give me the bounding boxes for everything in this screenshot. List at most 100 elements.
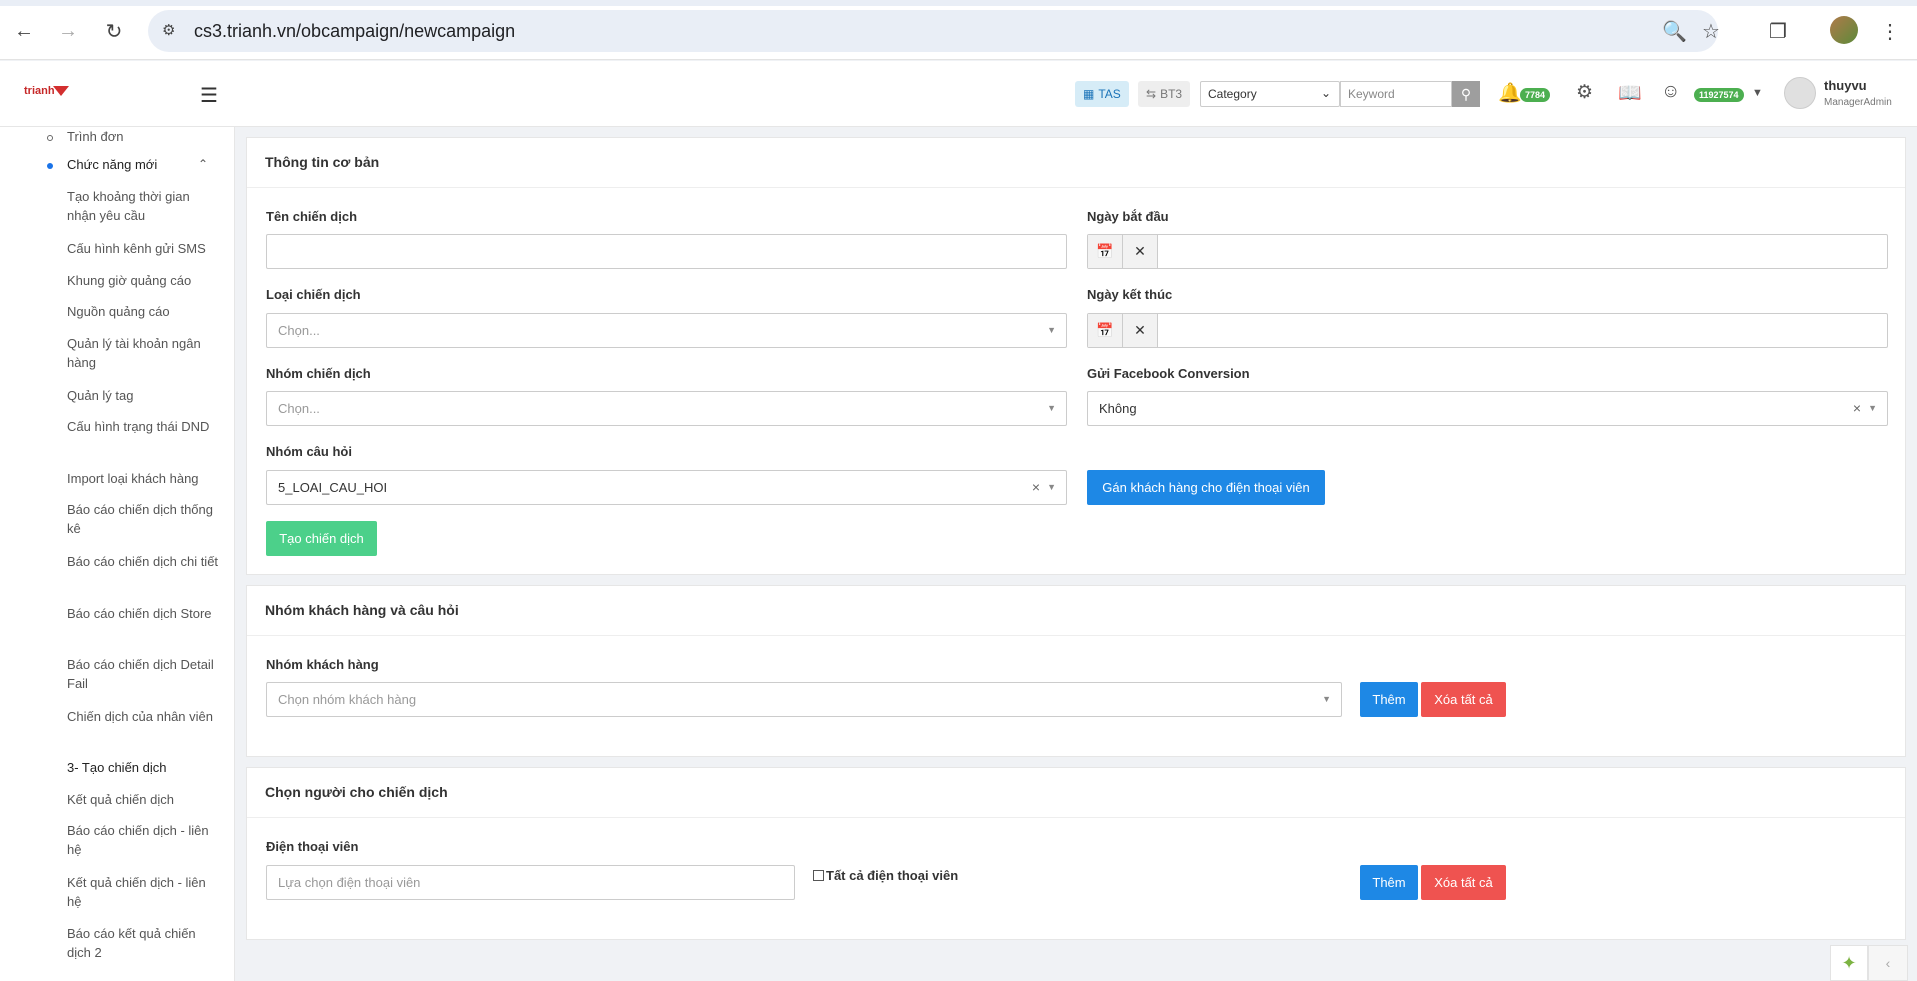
campaign-type-select[interactable]: Chọn... ▼ [266, 313, 1067, 348]
smiley-icon[interactable]: ☺ [1661, 81, 1680, 103]
reload-icon[interactable]: ↻ [98, 15, 130, 47]
avatar[interactable] [1784, 77, 1816, 109]
end-date-label: Ngày kết thúc [1087, 287, 1173, 302]
sidebar-item[interactable]: Báo cáo chiến dịch Store [67, 604, 222, 623]
user-name[interactable]: thuyvu [1824, 78, 1867, 93]
checkbox-icon[interactable] [813, 870, 824, 881]
forward-icon[interactable]: → [52, 15, 84, 47]
sidebar-item[interactable]: Kết quả chiến dịch [67, 790, 222, 809]
gear-icon[interactable]: ⚙ [1576, 81, 1593, 104]
search-icon: ⚲ [1460, 85, 1472, 102]
card-title: Nhóm khách hàng và câu hỏi [265, 602, 459, 618]
create-campaign-button[interactable]: Tạo chiến dịch [266, 521, 377, 556]
sidebar-item[interactable]: Nguồn quảng cáo [67, 302, 222, 321]
add-agent-button[interactable]: Thêm [1360, 865, 1418, 900]
address-bar[interactable]: ⚙ cs3.trianh.vn/obcampaign/newcampaign 🔍… [148, 10, 1720, 52]
calendar-icon[interactable]: 📅 [1088, 314, 1123, 347]
card-header: Nhóm khách hàng và câu hỏi [247, 586, 1905, 636]
bt3-button[interactable]: ⇆ BT3 [1138, 81, 1191, 107]
card-title: Chọn người cho chiến dịch [265, 784, 448, 800]
caret-down-icon: ▼ [1047, 482, 1056, 492]
book-icon[interactable]: 📖 [1618, 81, 1642, 105]
add-customer-group-button[interactable]: Thêm [1360, 682, 1418, 717]
site-info-icon[interactable]: ⚙ [162, 21, 175, 39]
balance-badge[interactable]: 11927574 [1694, 88, 1744, 102]
caret-down-icon: ▼ [1868, 403, 1877, 413]
keyword-input[interactable]: Keyword [1340, 81, 1452, 107]
yii-logo-icon[interactable]: ✦ [1830, 945, 1868, 981]
start-date-label: Ngày bắt đầu [1087, 209, 1169, 224]
fb-conversion-select[interactable]: Không × ▼ [1087, 391, 1888, 426]
sidebar-item[interactable]: Import loại khách hàng [67, 469, 222, 488]
close-icon[interactable]: ✕ [1123, 235, 1158, 268]
extensions-icon[interactable]: ❐ [1762, 15, 1794, 47]
search-button[interactable]: ⚲ [1452, 81, 1480, 107]
browser-profile-avatar[interactable] [1830, 16, 1858, 44]
card-title: Thông tin cơ bản [265, 154, 380, 170]
zoom-icon[interactable]: 🔍 [1662, 19, 1687, 44]
card-header: Thông tin cơ bản [247, 138, 1905, 188]
clear-icon[interactable]: × [1853, 400, 1861, 416]
sidebar-item[interactable]: Quản lý tài khoản ngân hàng [67, 334, 222, 372]
campaign-group-select[interactable]: Chọn... ▼ [266, 391, 1067, 426]
all-agents-checkbox[interactable]: Tất cả điện thoại viên [813, 868, 958, 883]
caret-down-icon: ▼ [1322, 694, 1331, 704]
category-select[interactable]: Category ⌄ [1200, 81, 1340, 107]
tas-button[interactable]: ▦ TAS [1075, 81, 1129, 107]
hamburger-menu-icon[interactable]: ☰ [200, 83, 218, 108]
customer-group-label: Nhóm khách hàng [266, 657, 379, 672]
sidebar-item[interactable]: Khung giờ quảng cáo [67, 271, 222, 290]
agents-card: Chọn người cho chiến dịch Điện thoại viê… [246, 767, 1906, 940]
clear-customer-groups-button[interactable]: Xóa tất cả [1421, 682, 1506, 717]
customer-group-select[interactable]: Chọn nhóm khách hàng ▼ [266, 682, 1342, 717]
bookmark-star-icon[interactable]: ☆ [1702, 19, 1720, 44]
back-icon[interactable]: ← [8, 15, 40, 47]
url-text[interactable]: cs3.trianh.vn/obcampaign/newcampaign [194, 21, 515, 42]
app-logo[interactable]: trianh [24, 85, 69, 97]
sidebar-item[interactable]: Cấu hình trạng thái DND [67, 417, 222, 436]
sidebar-item-tao-chien-dich[interactable]: 3- Tạo chiến dịch [67, 758, 222, 777]
browser-menu-icon[interactable]: ⋮ [1874, 15, 1906, 47]
fb-conversion-label: Gửi Facebook Conversion [1087, 366, 1250, 381]
chevron-left-icon[interactable]: ‹ [1868, 945, 1908, 981]
chevron-down-icon: ⌄ [1320, 86, 1331, 100]
clear-agents-button[interactable]: Xóa tất cả [1421, 865, 1506, 900]
sidebar-item[interactable]: Quản lý tag [67, 386, 222, 405]
basic-info-card: Thông tin cơ bản Tên chiến dịch Ngày bắt… [246, 137, 1906, 575]
grid-icon: ▦ [1083, 87, 1095, 101]
assign-customers-button[interactable]: Gán khách hàng cho điện thoại viên [1087, 470, 1325, 505]
sidebar-item[interactable]: Báo cáo chiến dịch Detail Fail [67, 655, 222, 693]
clear-icon[interactable]: × [1032, 479, 1040, 495]
sidebar-item-trinh-don[interactable]: Trình đơn [67, 127, 222, 146]
sidebar-item[interactable]: Báo cáo chiến dịch - liên hệ [67, 821, 222, 859]
browser-toolbar: ← → ↻ ⚙ cs3.trianh.vn/obcampaign/newcamp… [0, 0, 1917, 60]
sync-icon: ⇆ [1146, 87, 1157, 101]
end-date-input[interactable]: 📅 ✕ [1087, 313, 1888, 348]
sidebar-item[interactable]: Chiến dịch của nhân viên [67, 707, 222, 726]
sidebar-item[interactable]: Báo cáo chiến dịch chi tiết [67, 552, 222, 571]
question-group-select[interactable]: 5_LOAI_CAU_HOI × ▼ [266, 470, 1067, 505]
card-header: Chọn người cho chiến dịch [247, 768, 1905, 818]
bell-icon[interactable]: 🔔 [1498, 81, 1522, 105]
sidebar-item[interactable]: Tạo khoảng thời gian nhận yêu cầu [67, 187, 222, 225]
app-header: trianh ☰ ▦ TAS ⇆ BT3 Category ⌄ Keyword ⚲ 🔔… [0, 61, 1917, 127]
sidebar-item[interactable]: Cấu hình kênh gửi SMS [67, 239, 222, 258]
caret-down-icon[interactable]: ▼ [1752, 87, 1763, 99]
close-icon[interactable]: ✕ [1123, 314, 1158, 347]
campaign-group-label: Nhóm chiến dịch [266, 366, 371, 381]
notification-badge: 7784 [1520, 88, 1551, 102]
bullet-icon [47, 135, 53, 141]
chevron-up-icon[interactable]: ⌃ [198, 157, 208, 171]
campaign-name-input[interactable] [266, 234, 1067, 269]
calendar-icon[interactable]: 📅 [1088, 235, 1123, 268]
campaign-type-label: Loại chiến dịch [266, 287, 361, 302]
user-role: ManagerAdmin [1824, 97, 1892, 108]
bullet-icon [47, 163, 53, 169]
sidebar-item[interactable]: Báo cáo chiến dịch thống kê [67, 500, 222, 538]
sidebar: Trình đơn Chức năng mới ⌃ Tạo khoảng thờ… [0, 127, 235, 981]
start-date-input[interactable]: 📅 ✕ [1087, 234, 1888, 269]
agent-input[interactable]: Lựa chọn điện thoại viên [266, 865, 795, 900]
agent-label: Điện thoại viên [266, 839, 359, 854]
sidebar-item[interactable]: Kết quả chiến dịch - liên hệ [67, 873, 222, 911]
sidebar-item[interactable]: Báo cáo kết quả chiến dịch 2 [67, 924, 222, 962]
